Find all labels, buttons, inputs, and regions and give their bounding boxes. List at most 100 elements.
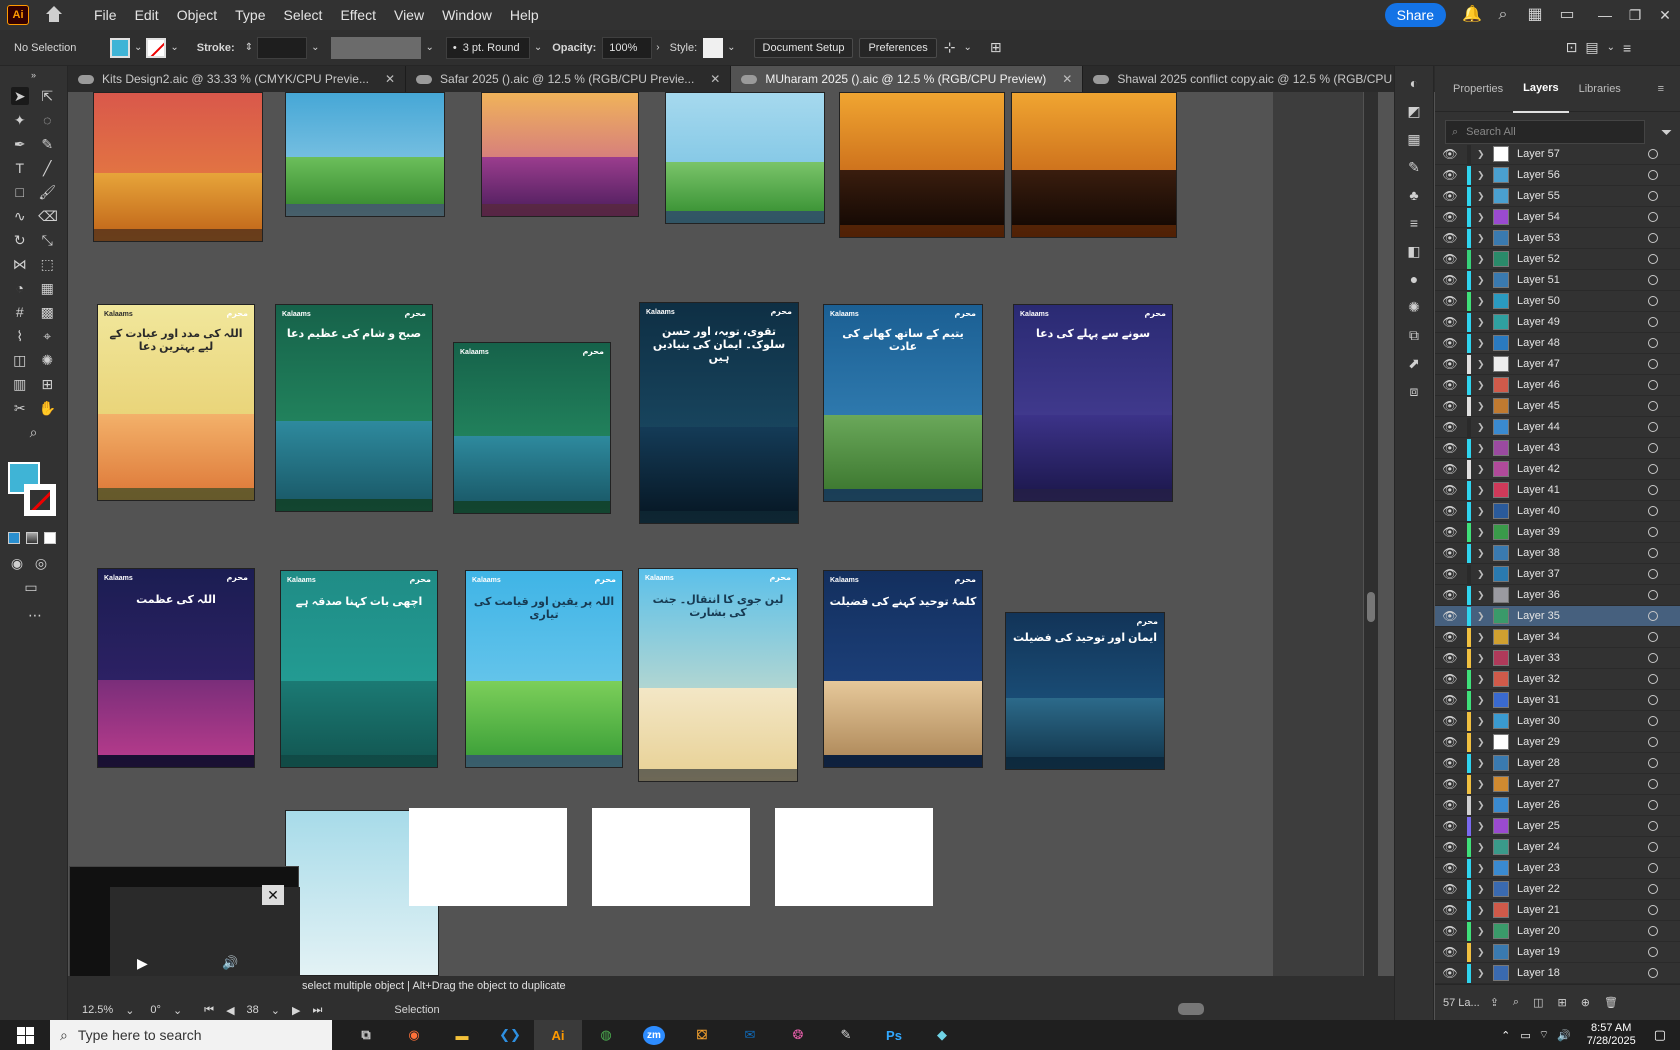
chevron-right-icon[interactable]: ❯ — [1477, 212, 1489, 223]
eye-icon[interactable]: 👁 — [1435, 525, 1465, 539]
type-tool-icon[interactable]: T — [11, 159, 29, 177]
rotation-angle[interactable]: 0° — [144, 1004, 167, 1016]
eye-icon[interactable]: 👁 — [1435, 168, 1465, 182]
chevron-right-icon[interactable]: ❯ — [1477, 695, 1489, 706]
tool-app-icon[interactable]: ✎ — [822, 1020, 870, 1050]
artboard-poster[interactable]: Kalaams محرم یتیم کے ساتھ کھانے کی عادت — [823, 304, 983, 502]
network-icon[interactable]: ▭ — [1520, 1029, 1530, 1042]
eye-icon[interactable]: 👁 — [1435, 483, 1465, 497]
graphic-styles-icon[interactable]: ✺ — [1403, 296, 1425, 318]
chevron-down-icon[interactable]: ⌄ — [727, 42, 735, 53]
task-view-icon[interactable]: ⧉ — [342, 1020, 390, 1050]
eye-icon[interactable]: 👁 — [1435, 189, 1465, 203]
chevron-right-icon[interactable]: ❯ — [1477, 548, 1489, 559]
artboard-poster[interactable] — [665, 92, 825, 224]
eye-icon[interactable]: 👁 — [1435, 882, 1465, 896]
layer-target-icon[interactable] — [1648, 254, 1658, 264]
zoom-tool-icon[interactable]: ⌕ — [25, 423, 43, 441]
transparency-panel-icon[interactable]: ◧ — [1403, 240, 1425, 262]
search-icon[interactable]: ⌕ — [1494, 6, 1512, 24]
eye-icon[interactable]: 👁 — [1435, 294, 1465, 308]
layer-target-icon[interactable] — [1648, 485, 1658, 495]
eye-icon[interactable]: 👁 — [1435, 966, 1465, 980]
artboard-poster[interactable]: Kalaams محرم صبح و شام کی عظیم دعا — [275, 304, 433, 512]
draw-behind-icon[interactable]: ◎ — [32, 554, 50, 572]
layer-row[interactable]: 👁 ❯ Layer 51 — [1435, 270, 1680, 291]
menu-icon[interactable]: ≡ — [1623, 40, 1631, 56]
scale-tool-icon[interactable]: ⤡ — [38, 231, 56, 249]
scroll-thumb[interactable] — [1367, 592, 1375, 622]
horizontal-scrollbar[interactable] — [578, 1003, 1378, 1015]
chevron-down-icon[interactable]: ⌄ — [534, 42, 542, 53]
fill-swatch[interactable] — [110, 37, 130, 58]
restore-icon[interactable]: ❐ — [1620, 7, 1650, 24]
menu-view[interactable]: View — [385, 0, 433, 30]
layer-target-icon[interactable] — [1648, 800, 1658, 810]
locate-object-icon[interactable]: ⌕ — [1513, 996, 1519, 1009]
preferences-button[interactable]: Preferences — [859, 37, 937, 58]
panel-toggle-icon[interactable]: ▤ — [1585, 39, 1598, 56]
layer-target-icon[interactable] — [1648, 443, 1658, 453]
menu-object[interactable]: Object — [168, 0, 226, 30]
layer-row[interactable]: 👁 ❯ Layer 20 — [1435, 921, 1680, 942]
export-icon[interactable]: ⇪ — [1490, 996, 1499, 1009]
layer-target-icon[interactable] — [1648, 821, 1658, 831]
artboards-panel-icon[interactable]: ⧈ — [1403, 380, 1425, 402]
opacity-field[interactable]: 100% — [602, 36, 653, 59]
chevron-right-icon[interactable]: ❯ — [1477, 443, 1489, 454]
layer-row[interactable]: 👁 ❯ Layer 48 — [1435, 333, 1680, 354]
layer-row[interactable]: 👁 ❯ Layer 33 — [1435, 648, 1680, 669]
menu-edit[interactable]: Edit — [126, 0, 168, 30]
chevron-right-icon[interactable]: ❯ — [1477, 611, 1489, 622]
last-artboard-icon[interactable]: ⏭ — [306, 1004, 328, 1017]
artboard-poster[interactable]: Kalaams محرم لین جوی کا انتقال۔ جنت کی بش… — [638, 568, 798, 782]
chevron-down-icon[interactable]: ⌄ — [119, 1004, 140, 1017]
blank-artboard[interactable] — [775, 808, 933, 906]
layer-row[interactable]: 👁 ❯ Layer 38 — [1435, 543, 1680, 564]
artboard-poster[interactable] — [93, 92, 263, 242]
layer-target-icon[interactable] — [1648, 863, 1658, 873]
artboard-poster[interactable]: Kalaams محرم اللہ پر یقین اور قیامت کی تی… — [465, 570, 623, 768]
draw-normal-icon[interactable]: ◉ — [8, 554, 26, 572]
chevron-down-icon[interactable]: ⌄ — [311, 42, 319, 53]
chevron-right-icon[interactable]: ❯ — [1477, 842, 1489, 853]
chevron-right-icon[interactable]: ❯ — [1477, 926, 1489, 937]
eye-icon[interactable]: 👁 — [1435, 357, 1465, 371]
artboard-poster[interactable]: محرم ایمان اور توحید کی فضیلت — [1005, 612, 1165, 770]
chevron-right-icon[interactable]: ❯ — [1477, 233, 1489, 244]
eye-icon[interactable]: 👁 — [1435, 147, 1465, 161]
layer-row[interactable]: 👁 ❯ Layer 25 — [1435, 816, 1680, 837]
eye-icon[interactable]: 👁 — [1435, 252, 1465, 266]
layer-row[interactable]: 👁 ❯ Layer 27 — [1435, 774, 1680, 795]
layer-target-icon[interactable] — [1648, 632, 1658, 642]
style-swatch[interactable] — [703, 37, 724, 58]
layer-target-icon[interactable] — [1648, 191, 1658, 201]
zoom-level[interactable]: 12.5% — [76, 1004, 119, 1016]
video-preview-overlay[interactable]: ✕ ▶ 🔊 — [69, 866, 300, 987]
chevron-right-icon[interactable]: ❯ — [1477, 275, 1489, 286]
eye-icon[interactable]: 👁 — [1435, 819, 1465, 833]
layer-row[interactable]: 👁 ❯ Layer 23 — [1435, 858, 1680, 879]
blend-tool-icon[interactable]: ◫ — [11, 351, 29, 369]
eye-icon[interactable]: 👁 — [1435, 777, 1465, 791]
photos-icon[interactable]: ❂ — [774, 1020, 822, 1050]
chevron-right-icon[interactable]: ❯ — [1477, 317, 1489, 328]
eye-icon[interactable]: 👁 — [1435, 231, 1465, 245]
clipping-mask-icon[interactable]: ◫ — [1533, 996, 1543, 1009]
eye-icon[interactable]: 👁 — [1435, 378, 1465, 392]
layer-target-icon[interactable] — [1648, 611, 1658, 621]
direct-selection-tool-icon[interactable]: ⇱ — [38, 87, 56, 105]
free-transform-icon[interactable]: ⬚ — [38, 255, 56, 273]
chevron-right-icon[interactable]: ❯ — [1477, 506, 1489, 517]
delete-layer-icon[interactable]: 🗑 — [1604, 996, 1618, 1009]
layer-target-icon[interactable] — [1648, 674, 1658, 684]
menu-file[interactable]: File — [85, 0, 126, 30]
chevron-right-icon[interactable]: ❯ — [1477, 968, 1489, 979]
notifications-icon[interactable]: ▢ — [1654, 1027, 1666, 1043]
layer-row[interactable]: 👁 ❯ Layer 46 — [1435, 375, 1680, 396]
shaper-tool-icon[interactable]: ∿ — [11, 207, 29, 225]
bell-icon[interactable]: 🔔 — [1462, 6, 1482, 24]
chrome-icon[interactable]: ◍ — [582, 1020, 630, 1050]
eye-icon[interactable]: 👁 — [1435, 924, 1465, 938]
eye-icon[interactable]: 👁 — [1435, 567, 1465, 581]
